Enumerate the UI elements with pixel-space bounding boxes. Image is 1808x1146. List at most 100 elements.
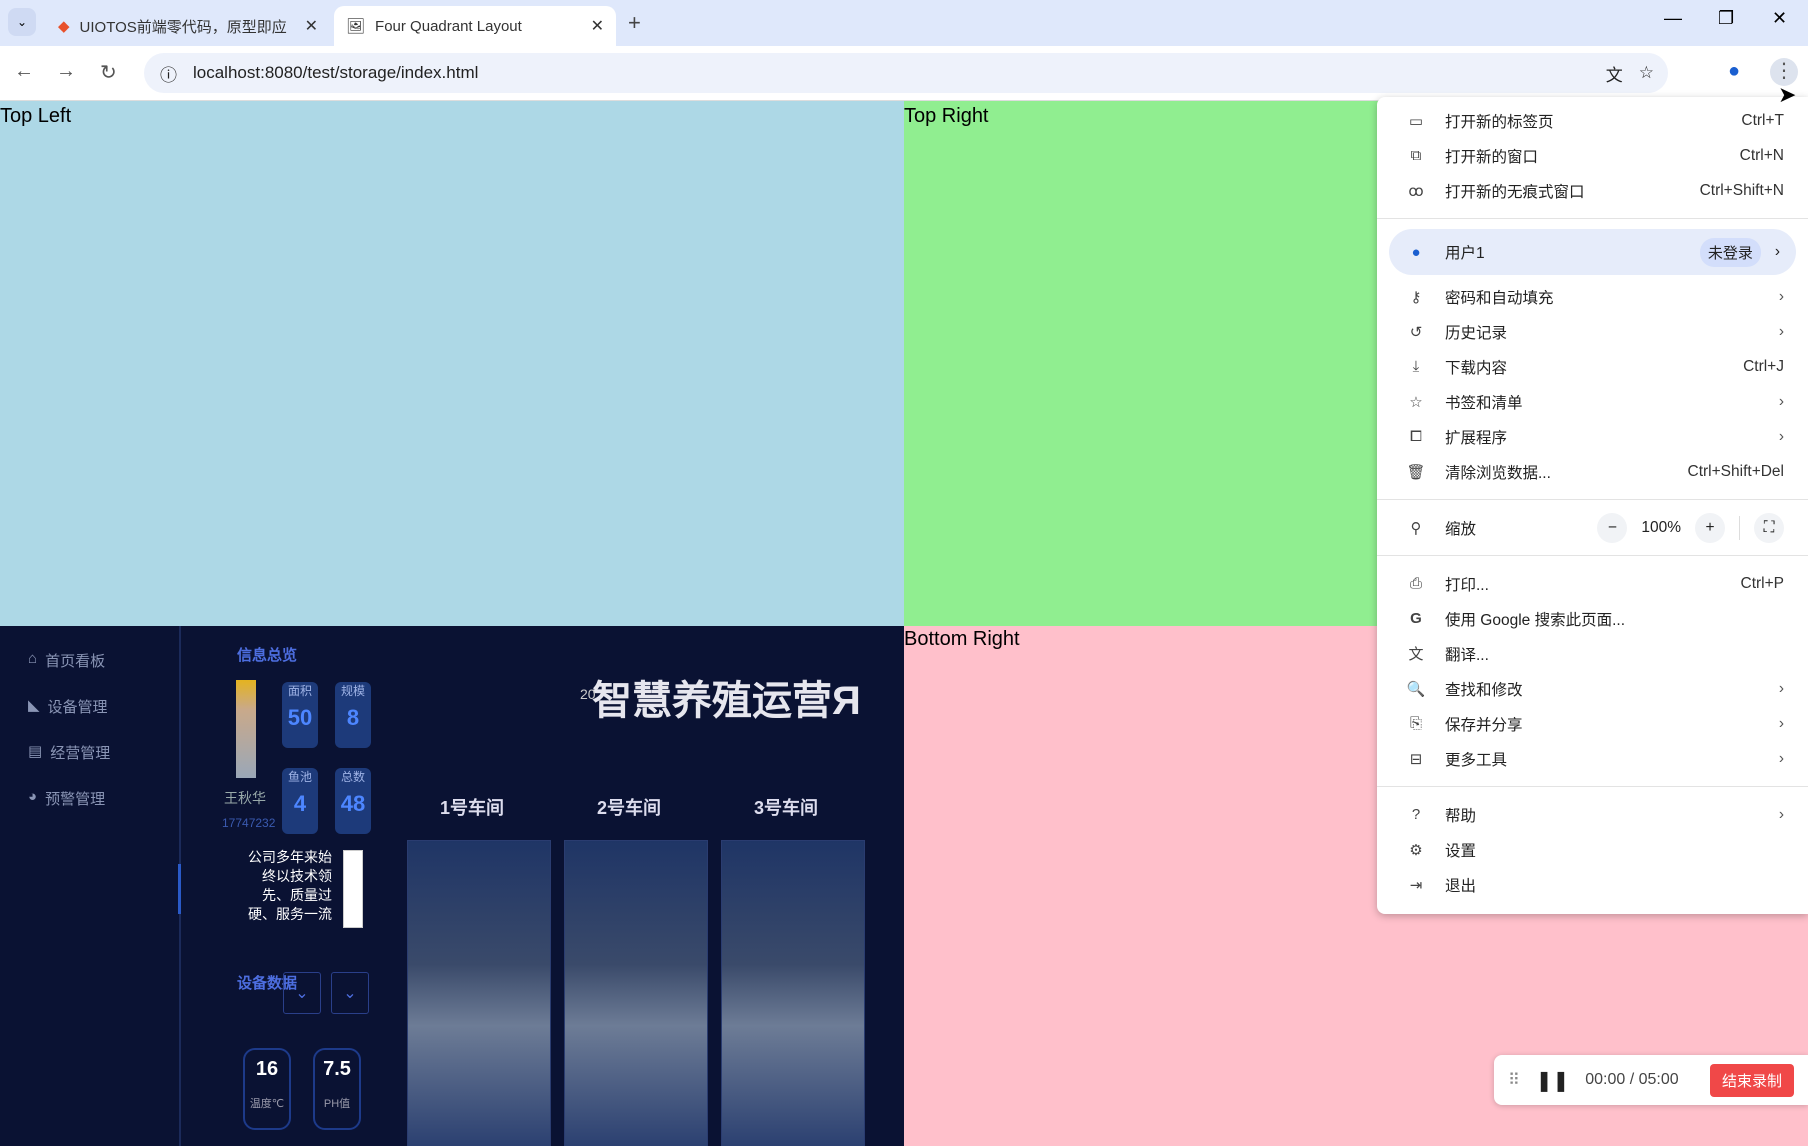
ph-gauge: 7.5PH值 <box>313 1048 361 1130</box>
translate-icon[interactable]: 文 <box>1606 61 1623 86</box>
menu-item-google-search[interactable]: G使用 Google 搜索此页面... <box>1377 601 1808 636</box>
fullscreen-button[interactable]: ⛶ <box>1754 513 1784 543</box>
sidebar-label: 预警管理 <box>45 788 105 809</box>
menu-item-save-share[interactable]: ⎘保存并分享› <box>1377 706 1808 741</box>
forward-button[interactable]: → <box>56 60 76 83</box>
quadrant-label: Bottom Right <box>904 628 1020 651</box>
menu-divider <box>1377 786 1808 787</box>
menu-item-clear-data[interactable]: 🗑清除浏览数据...Ctrl+Shift+Del <box>1377 454 1808 489</box>
menu-item-help[interactable]: ?帮助› <box>1377 797 1808 832</box>
menu-item-user[interactable]: ●用户1未登录› <box>1389 229 1796 275</box>
app-favicon-icon: ◆ <box>58 17 70 35</box>
menu-label: 清除浏览数据... <box>1445 461 1551 483</box>
pause-button[interactable]: ❚❚ <box>1536 1068 1570 1093</box>
workshop-label: 3号车间 <box>754 794 818 820</box>
workshop-image[interactable] <box>721 840 865 1146</box>
reload-button[interactable]: ↻ <box>100 60 117 85</box>
incognito-icon: ꝏ <box>1405 182 1427 200</box>
dashboard-title: 智慧养殖运营Я <box>592 668 868 726</box>
menu-item-new-window[interactable]: ⧉打开新的窗口Ctrl+N <box>1377 138 1808 173</box>
tab-list-button[interactable]: ⌄ <box>8 8 36 36</box>
address-bar-row: ← → ↻ ⓘ localhost:8080/test/storage/index… <box>0 46 1808 101</box>
sidebar-item-business[interactable]: ▤经营管理 <box>28 742 110 763</box>
menu-label: 保存并分享 <box>1445 713 1523 735</box>
gear-icon: ⚙ <box>1405 841 1427 859</box>
company-intro: 公司多年来始终以技术领先、质量过硬、服务一流 <box>236 848 332 924</box>
zoom-value: 100% <box>1641 519 1681 537</box>
tab-uiotos[interactable]: ◆UIOTOS前端零代码，原型即应✕ <box>46 6 330 46</box>
stat-label: 面积 <box>288 684 312 698</box>
person-phone: 17747232 <box>222 816 275 830</box>
site-info-icon[interactable]: ⓘ <box>160 61 177 86</box>
drag-handle-icon[interactable]: ⠿ <box>1508 1070 1520 1090</box>
menu-item-new-tab[interactable]: ▭ 打开新的标签页 Ctrl+T <box>1377 103 1808 138</box>
new-tab-button[interactable]: + <box>628 10 641 36</box>
menu-item-downloads[interactable]: ⤓下载内容Ctrl+J <box>1377 349 1808 384</box>
menu-divider <box>1377 218 1808 219</box>
gauge-label: 温度℃ <box>245 1095 289 1111</box>
menu-label: 翻译... <box>1445 643 1489 665</box>
device-select-2[interactable]: ⌄ <box>331 972 369 1014</box>
menu-item-passwords[interactable]: ⚷密码和自动填充› <box>1377 279 1808 314</box>
profile-icon[interactable]: ● <box>1728 60 1740 83</box>
quadrant-bottom-left-dashboard: ⌂首页看板 ◣设备管理 ▤经营管理 ◕预警管理 信息总览 王秋华 1774723… <box>0 626 904 1146</box>
new-window-icon: ⧉ <box>1405 147 1427 164</box>
bookmark-star-icon[interactable]: ☆ <box>1639 63 1654 83</box>
person-photo <box>236 680 256 778</box>
stat-value: 48 <box>335 791 371 817</box>
minimize-button[interactable]: — <box>1664 8 1682 29</box>
menu-item-history[interactable]: ↺历史记录› <box>1377 314 1808 349</box>
find-icon: 🔍 <box>1405 680 1427 698</box>
menu-divider <box>1377 555 1808 556</box>
menu-label: 打开新的窗口 <box>1445 145 1538 167</box>
menu-label: 使用 Google 搜索此页面... <box>1445 608 1625 630</box>
sidebar-scroll-indicator <box>178 864 181 914</box>
sidebar-label: 设备管理 <box>48 696 108 717</box>
stat-value: 4 <box>282 791 318 817</box>
url-text: localhost:8080/test/storage/index.html <box>193 63 478 83</box>
maximize-button[interactable]: ❐ <box>1718 8 1734 29</box>
menu-item-translate[interactable]: 文翻译... <box>1377 636 1808 671</box>
menu-item-print[interactable]: ⎙打印...Ctrl+P <box>1377 566 1808 601</box>
sidebar-item-device[interactable]: ◣设备管理 <box>28 696 108 717</box>
stop-recording-button[interactable]: 结束录制 <box>1710 1064 1794 1097</box>
home-icon: ⌂ <box>28 650 37 671</box>
sidebar-item-alert[interactable]: ◕ 预警管理 <box>28 788 105 809</box>
stat-value: 8 <box>335 705 371 731</box>
menu-item-settings[interactable]: ⚙设置 <box>1377 832 1808 867</box>
alert-icon: ◕ <box>28 788 37 809</box>
key-icon: ⚷ <box>1405 288 1427 306</box>
zoom-icon: ⚲ <box>1405 519 1427 537</box>
menu-item-bookmarks[interactable]: ☆书签和清单› <box>1377 384 1808 419</box>
date-prefix: 20 <box>580 686 596 702</box>
tab-four-quadrant[interactable]: 🖼Four Quadrant Layout✕ <box>334 6 616 46</box>
zoom-out-button[interactable]: − <box>1597 513 1627 543</box>
menu-label: 打开新的标签页 <box>1445 110 1554 132</box>
menu-shortcut: Ctrl+T <box>1741 112 1784 130</box>
intro-scrollbar[interactable] <box>343 850 363 928</box>
menu-item-more-tools[interactable]: ⊟更多工具› <box>1377 741 1808 776</box>
sidebar-item-home[interactable]: ⌂首页看板 <box>28 650 105 671</box>
url-input[interactable]: ⓘlocalhost:8080/test/storage/index.html … <box>144 53 1668 93</box>
close-window-button[interactable]: ✕ <box>1772 8 1787 29</box>
menu-item-extensions[interactable]: ⧠扩展程序› <box>1377 419 1808 454</box>
back-button[interactable]: ← <box>14 60 34 83</box>
workshop-image[interactable] <box>564 840 708 1146</box>
workshop-image[interactable] <box>407 840 551 1146</box>
close-tab-icon[interactable]: ✕ <box>305 16 318 36</box>
menu-item-find[interactable]: 🔍查找和修改› <box>1377 671 1808 706</box>
gauge-value: 16 <box>245 1058 289 1081</box>
chevron-right-icon: › <box>1779 323 1784 341</box>
device-select-1[interactable]: ⌄ <box>283 972 321 1014</box>
star-icon: ☆ <box>1405 393 1427 411</box>
puzzle-icon: ⧠ <box>1405 428 1427 445</box>
menu-label: 查找和修改 <box>1445 678 1523 700</box>
menu-label: 书签和清单 <box>1445 391 1523 413</box>
signin-status-badge: 未登录 <box>1700 238 1761 267</box>
menu-item-incognito[interactable]: ꝏ打开新的无痕式窗口Ctrl+Shift+N <box>1377 173 1808 208</box>
menu-label: 更多工具 <box>1445 748 1507 770</box>
menu-item-exit[interactable]: ⇥退出 <box>1377 867 1808 902</box>
close-tab-icon[interactable]: ✕ <box>591 16 604 36</box>
new-tab-icon: ▭ <box>1405 112 1427 130</box>
zoom-in-button[interactable]: + <box>1695 513 1725 543</box>
